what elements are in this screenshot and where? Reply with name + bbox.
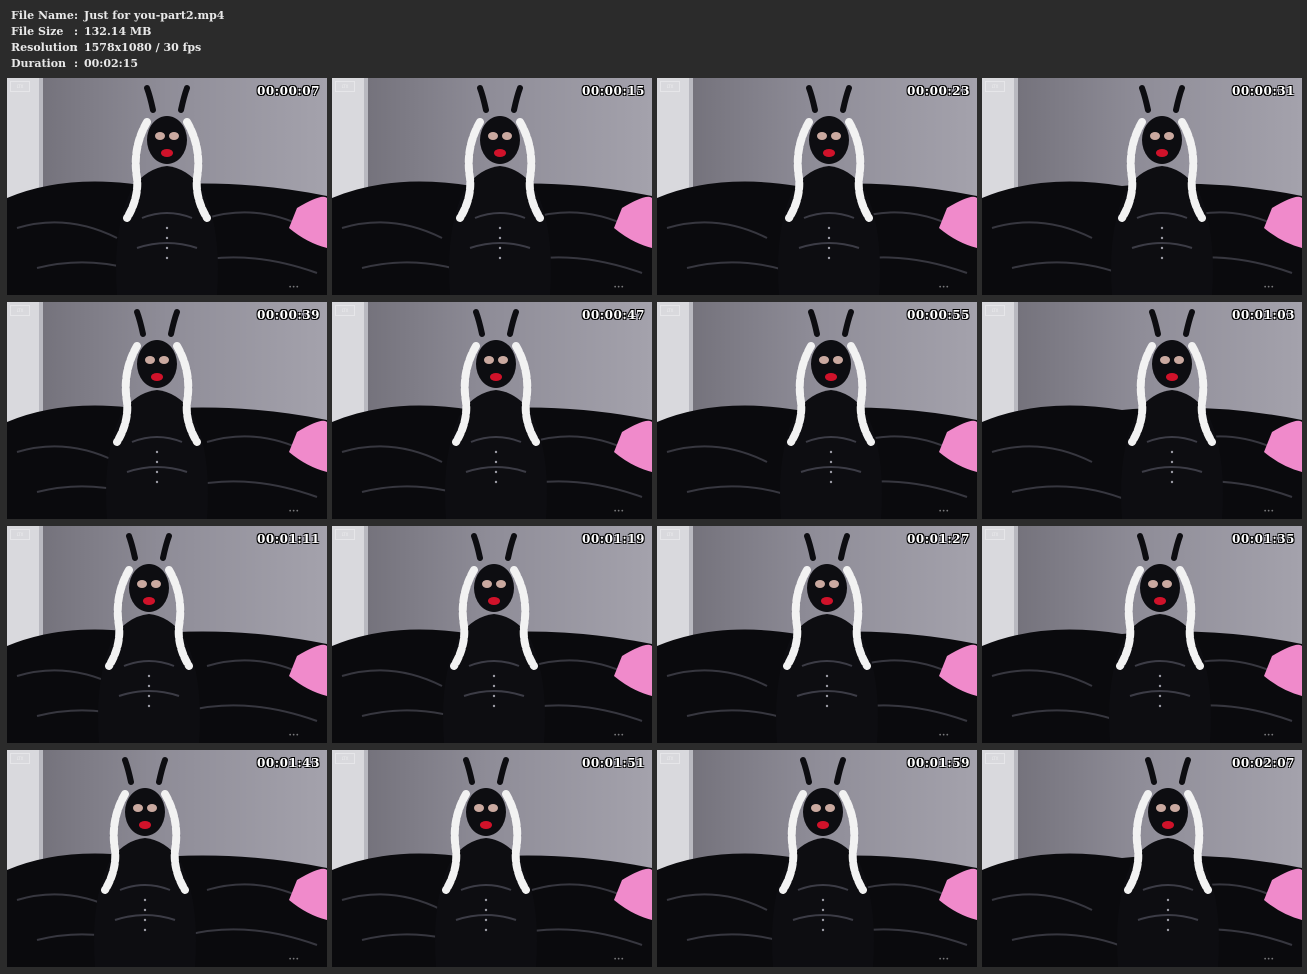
thumbnail-timestamp: 00:00:07 bbox=[257, 84, 320, 98]
channel-logo-icon: LTX bbox=[985, 753, 1005, 764]
watermark-icon: ••• bbox=[288, 508, 299, 515]
video-frame-image bbox=[657, 750, 977, 967]
thumbnail-timestamp: 00:01:35 bbox=[1232, 532, 1295, 546]
file-size-label: File Size bbox=[11, 25, 64, 38]
channel-logo-icon: LTX bbox=[10, 753, 30, 764]
watermark-icon: ••• bbox=[1263, 284, 1274, 291]
file-size-separator: : bbox=[74, 25, 79, 38]
thumbnail-timestamp: 00:01:27 bbox=[907, 532, 970, 546]
channel-logo-icon: LTX bbox=[660, 81, 680, 92]
video-frame-image bbox=[982, 302, 1302, 519]
video-frame-image bbox=[7, 750, 327, 967]
watermark-icon: ••• bbox=[288, 732, 299, 739]
video-frame-image bbox=[982, 750, 1302, 967]
watermark-icon: ••• bbox=[938, 956, 949, 963]
file-name-separator: : bbox=[74, 9, 79, 22]
file-name-row: File Name : Just for you-part2.mp4 bbox=[11, 8, 224, 24]
duration-row: Duration : 00:02:15 bbox=[11, 56, 224, 72]
resolution-row: Resolution : 1578x1080 / 30 fps bbox=[11, 40, 224, 56]
watermark-icon: ••• bbox=[938, 284, 949, 291]
video-thumbnail-10[interactable]: LTX 00:01:19 ••• bbox=[332, 526, 652, 743]
thumbnail-timestamp: 00:01:43 bbox=[257, 756, 320, 770]
video-thumbnail-15[interactable]: LTX 00:01:59 ••• bbox=[657, 750, 977, 967]
file-name-label: File Name bbox=[11, 9, 74, 22]
thumbnail-timestamp: 00:00:55 bbox=[907, 308, 970, 322]
thumbnail-timestamp: 00:00:39 bbox=[257, 308, 320, 322]
watermark-icon: ••• bbox=[1263, 956, 1274, 963]
file-info-panel: File Name : Just for you-part2.mp4 File … bbox=[11, 8, 224, 72]
channel-logo-icon: LTX bbox=[10, 305, 30, 316]
video-thumbnail-3[interactable]: LTX 00:00:23 ••• bbox=[657, 78, 977, 295]
video-frame-image bbox=[332, 302, 652, 519]
resolution-label: Resolution bbox=[11, 41, 78, 54]
video-frame-image bbox=[657, 526, 977, 743]
video-frame-image bbox=[7, 78, 327, 295]
video-thumbnail-5[interactable]: LTX 00:00:39 ••• bbox=[7, 302, 327, 519]
file-size-row: File Size : 132.14 MB bbox=[11, 24, 224, 40]
video-frame-image bbox=[657, 78, 977, 295]
thumbnail-timestamp: 00:01:03 bbox=[1232, 308, 1295, 322]
duration-separator: : bbox=[74, 57, 79, 70]
watermark-icon: ••• bbox=[1263, 732, 1274, 739]
channel-logo-icon: LTX bbox=[660, 305, 680, 316]
video-frame-image bbox=[982, 526, 1302, 743]
video-thumbnail-16[interactable]: LTX 00:02:07 ••• bbox=[982, 750, 1302, 967]
channel-logo-icon: LTX bbox=[335, 753, 355, 764]
channel-logo-icon: LTX bbox=[985, 529, 1005, 540]
thumbnail-timestamp: 00:02:07 bbox=[1232, 756, 1295, 770]
video-thumbnail-14[interactable]: LTX 00:01:51 ••• bbox=[332, 750, 652, 967]
thumbnail-timestamp: 00:00:15 bbox=[582, 84, 645, 98]
resolution-separator: : bbox=[74, 41, 79, 54]
watermark-icon: ••• bbox=[938, 508, 949, 515]
video-thumbnail-2[interactable]: LTX 00:00:15 ••• bbox=[332, 78, 652, 295]
video-frame-image bbox=[332, 78, 652, 295]
video-frame-image bbox=[657, 302, 977, 519]
video-thumbnail-7[interactable]: LTX 00:00:55 ••• bbox=[657, 302, 977, 519]
thumbnail-timestamp: 00:01:51 bbox=[582, 756, 645, 770]
duration-value: 00:02:15 bbox=[84, 57, 139, 70]
channel-logo-icon: LTX bbox=[10, 81, 30, 92]
video-thumbnail-1[interactable]: LTX 00:00:07 ••• bbox=[7, 78, 327, 295]
watermark-icon: ••• bbox=[288, 956, 299, 963]
watermark-icon: ••• bbox=[613, 732, 624, 739]
video-frame-image bbox=[7, 526, 327, 743]
file-name-value: Just for you-part2.mp4 bbox=[84, 9, 225, 22]
video-thumbnail-11[interactable]: LTX 00:01:27 ••• bbox=[657, 526, 977, 743]
duration-label: Duration bbox=[11, 57, 67, 70]
video-thumbnail-12[interactable]: LTX 00:01:35 ••• bbox=[982, 526, 1302, 743]
watermark-icon: ••• bbox=[1263, 508, 1274, 515]
video-thumbnail-13[interactable]: LTX 00:01:43 ••• bbox=[7, 750, 327, 967]
channel-logo-icon: LTX bbox=[335, 529, 355, 540]
thumbnail-grid: LTX 00:00:07 ••• LTX 00:00:15 ••• LTX 00… bbox=[7, 78, 1302, 967]
thumbnail-timestamp: 00:00:47 bbox=[582, 308, 645, 322]
video-frame-image bbox=[7, 302, 327, 519]
channel-logo-icon: LTX bbox=[10, 529, 30, 540]
watermark-icon: ••• bbox=[288, 284, 299, 291]
video-frame-image bbox=[332, 750, 652, 967]
video-frame-image bbox=[332, 526, 652, 743]
video-thumbnail-8[interactable]: LTX 00:01:03 ••• bbox=[982, 302, 1302, 519]
file-size-value: 132.14 MB bbox=[84, 25, 152, 38]
video-thumbnail-9[interactable]: LTX 00:01:11 ••• bbox=[7, 526, 327, 743]
video-frame-image bbox=[982, 78, 1302, 295]
thumbnail-timestamp: 00:01:19 bbox=[582, 532, 645, 546]
watermark-icon: ••• bbox=[938, 732, 949, 739]
watermark-icon: ••• bbox=[613, 284, 624, 291]
channel-logo-icon: LTX bbox=[335, 81, 355, 92]
channel-logo-icon: LTX bbox=[985, 81, 1005, 92]
video-thumbnail-6[interactable]: LTX 00:00:47 ••• bbox=[332, 302, 652, 519]
video-thumbnail-4[interactable]: LTX 00:00:31 ••• bbox=[982, 78, 1302, 295]
thumbnail-timestamp: 00:00:31 bbox=[1232, 84, 1295, 98]
channel-logo-icon: LTX bbox=[335, 305, 355, 316]
channel-logo-icon: LTX bbox=[660, 529, 680, 540]
channel-logo-icon: LTX bbox=[985, 305, 1005, 316]
thumbnail-timestamp: 00:00:23 bbox=[907, 84, 970, 98]
watermark-icon: ••• bbox=[613, 956, 624, 963]
channel-logo-icon: LTX bbox=[660, 753, 680, 764]
thumbnail-timestamp: 00:01:59 bbox=[907, 756, 970, 770]
resolution-value: 1578x1080 / 30 fps bbox=[84, 41, 202, 54]
thumbnail-timestamp: 00:01:11 bbox=[257, 532, 320, 546]
watermark-icon: ••• bbox=[613, 508, 624, 515]
